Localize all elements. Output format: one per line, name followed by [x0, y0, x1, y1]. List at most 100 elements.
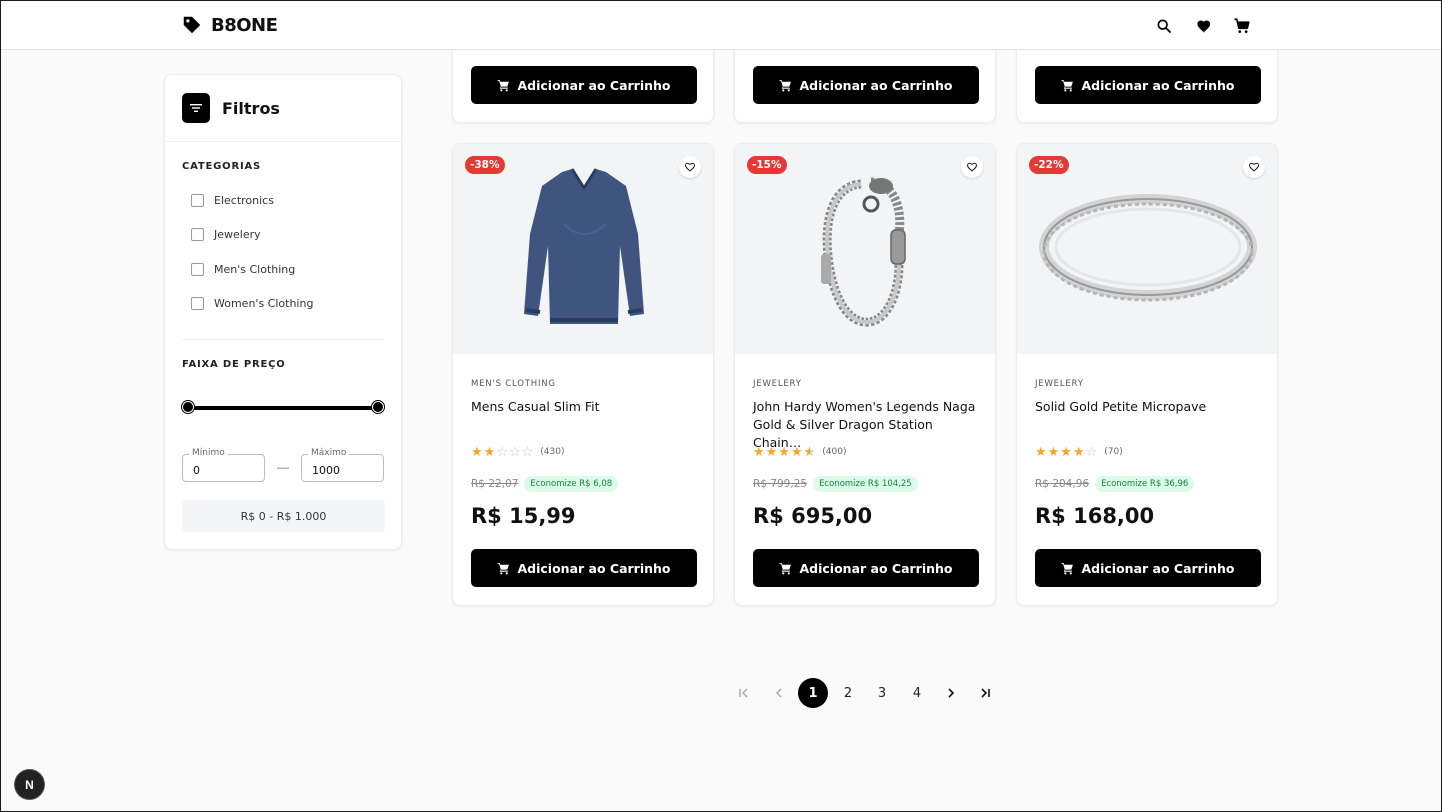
- discount-badge: -15%: [747, 156, 787, 174]
- original-price: R$ 799,25: [753, 478, 808, 490]
- product-name[interactable]: Solid Gold Petite Micropave: [1035, 398, 1261, 416]
- product-card-partial: Adicionar ao Carrinho: [734, 41, 996, 123]
- product-card-partial: Adicionar ao Carrinho: [1016, 41, 1278, 123]
- product-price: R$ 168,00: [1035, 504, 1155, 528]
- cart-icon: [498, 79, 510, 91]
- product-category: MEN'S CLOTHING: [471, 379, 556, 389]
- page-button[interactable]: 3: [872, 678, 892, 708]
- favorite-button[interactable]: [1243, 156, 1265, 178]
- chevron-left-icon: [775, 688, 782, 698]
- checkbox[interactable]: [191, 297, 204, 310]
- add-to-cart-label: Adicionar ao Carrinho: [799, 560, 953, 576]
- star-rating: ★★★★☆: [1035, 444, 1099, 459]
- category-label: Jewelery: [214, 228, 261, 241]
- product-rating: ★★★★★★ (400): [753, 444, 846, 460]
- category-womens-clothing[interactable]: Women's Clothing: [191, 297, 313, 310]
- dev-tools-badge[interactable]: N: [15, 770, 44, 799]
- cart-icon: [780, 562, 792, 574]
- search-icon[interactable]: [1153, 15, 1175, 37]
- product-card[interactable]: -15% JEWELERY John Hardy Women's Legends…: [734, 143, 996, 606]
- product-image[interactable]: [1017, 144, 1277, 354]
- add-to-cart-button[interactable]: Adicionar ao Carrinho: [1035, 549, 1261, 587]
- add-to-cart-label: Adicionar ao Carrinho: [1081, 77, 1235, 93]
- original-price: R$ 22,07: [471, 478, 519, 490]
- category-label: Men's Clothing: [214, 263, 296, 276]
- prev-page-button[interactable]: [769, 678, 789, 708]
- product-card[interactable]: -22% JEWELERY Solid Gold Petite Micropav…: [1016, 143, 1278, 606]
- price-range-heading: FAIXA DE PREÇO: [182, 359, 286, 370]
- category-electronics[interactable]: Electronics: [191, 194, 274, 207]
- category-jewelery[interactable]: Jewelery: [191, 228, 261, 241]
- category-mens-clothing[interactable]: Men's Clothing: [191, 263, 295, 276]
- next-page-button[interactable]: [941, 678, 961, 708]
- product-image[interactable]: [453, 144, 713, 354]
- favorite-button[interactable]: [679, 156, 701, 178]
- star-rating: ★★☆☆☆: [471, 444, 535, 459]
- filter-title: Filtros: [222, 98, 280, 118]
- page-button[interactable]: 4: [907, 678, 927, 708]
- last-page-icon: [981, 688, 990, 698]
- cart-icon[interactable]: [1231, 15, 1253, 37]
- heart-outline-icon: [1248, 162, 1260, 172]
- price-slider-track[interactable]: [188, 406, 378, 410]
- first-page-button[interactable]: [734, 678, 754, 708]
- brand-logo[interactable]: B8ONE: [181, 14, 278, 36]
- add-to-cart-button[interactable]: Adicionar ao Carrinho: [471, 66, 697, 104]
- filter-sidebar: Filtros CATEGORIAS Electronics Jewelery …: [164, 74, 402, 550]
- add-to-cart-label: Adicionar ao Carrinho: [517, 560, 671, 576]
- price-range-summary: R$ 0 - R$ 1.000: [182, 500, 385, 532]
- product-name[interactable]: Mens Casual Slim Fit: [471, 398, 697, 416]
- category-label: Electronics: [214, 194, 274, 207]
- product-category: JEWELERY: [753, 379, 802, 389]
- sweater-image: [524, 168, 644, 324]
- add-to-cart-button[interactable]: Adicionar ao Carrinho: [471, 549, 697, 587]
- min-price-label: Mínimo: [189, 448, 228, 458]
- price-slider-max-handle[interactable]: [372, 401, 384, 413]
- review-count: (70): [1104, 447, 1123, 457]
- add-to-cart-label: Adicionar ao Carrinho: [799, 77, 953, 93]
- divider: [165, 141, 401, 142]
- product-image[interactable]: [735, 144, 995, 354]
- original-price: R$ 204,96: [1035, 478, 1090, 490]
- product-price: R$ 695,00: [753, 504, 873, 528]
- cart-icon: [780, 79, 792, 91]
- checkbox[interactable]: [191, 228, 204, 241]
- product-card[interactable]: -38% MEN'S CLOTHING Mens Casual Slim Fit…: [452, 143, 714, 606]
- checkbox[interactable]: [191, 263, 204, 276]
- savings-badge: Economize R$ 104,25: [813, 476, 918, 492]
- product-category: JEWELERY: [1035, 379, 1084, 389]
- heart-icon[interactable]: [1193, 15, 1215, 37]
- brand-name: B8ONE: [211, 14, 278, 36]
- max-price-field[interactable]: Máximo: [301, 448, 384, 482]
- checkbox[interactable]: [191, 194, 204, 207]
- price-savings-row: R$ 22,07 Economize R$ 6,08: [471, 476, 619, 492]
- add-to-cart-label: Adicionar ao Carrinho: [1081, 560, 1235, 576]
- page-button[interactable]: 1: [798, 678, 828, 708]
- discount-badge: -38%: [465, 156, 505, 174]
- product-price: R$ 15,99: [471, 504, 576, 528]
- filter-icon: [182, 93, 210, 123]
- categories-heading: CATEGORIAS: [182, 161, 262, 172]
- savings-badge: Economize R$ 6,08: [524, 476, 619, 492]
- product-rating: ★★★★☆ (70): [1035, 444, 1123, 460]
- product-card-partial: Adicionar ao Carrinho: [452, 41, 714, 123]
- cart-icon: [1062, 562, 1074, 574]
- add-to-cart-button[interactable]: Adicionar ao Carrinho: [1035, 66, 1261, 104]
- heart-outline-icon: [684, 162, 696, 172]
- last-page-button[interactable]: [975, 678, 995, 708]
- ring-image: [1039, 194, 1257, 302]
- min-price-input[interactable]: [183, 455, 264, 481]
- favorite-button[interactable]: [961, 156, 983, 178]
- max-price-label: Máximo: [308, 448, 350, 458]
- add-to-cart-button[interactable]: Adicionar ao Carrinho: [753, 549, 979, 587]
- savings-badge: Economize R$ 36,96: [1095, 476, 1195, 492]
- tag-icon: [183, 16, 201, 34]
- category-label: Women's Clothing: [214, 297, 314, 310]
- price-slider-min-handle[interactable]: [182, 401, 194, 413]
- page-button[interactable]: 2: [838, 678, 858, 708]
- max-price-input[interactable]: [302, 455, 383, 481]
- star-rating: ★★★★★★: [753, 444, 817, 459]
- add-to-cart-button[interactable]: Adicionar ao Carrinho: [753, 66, 979, 104]
- first-page-icon: [739, 688, 748, 698]
- min-price-field[interactable]: Mínimo: [182, 448, 265, 482]
